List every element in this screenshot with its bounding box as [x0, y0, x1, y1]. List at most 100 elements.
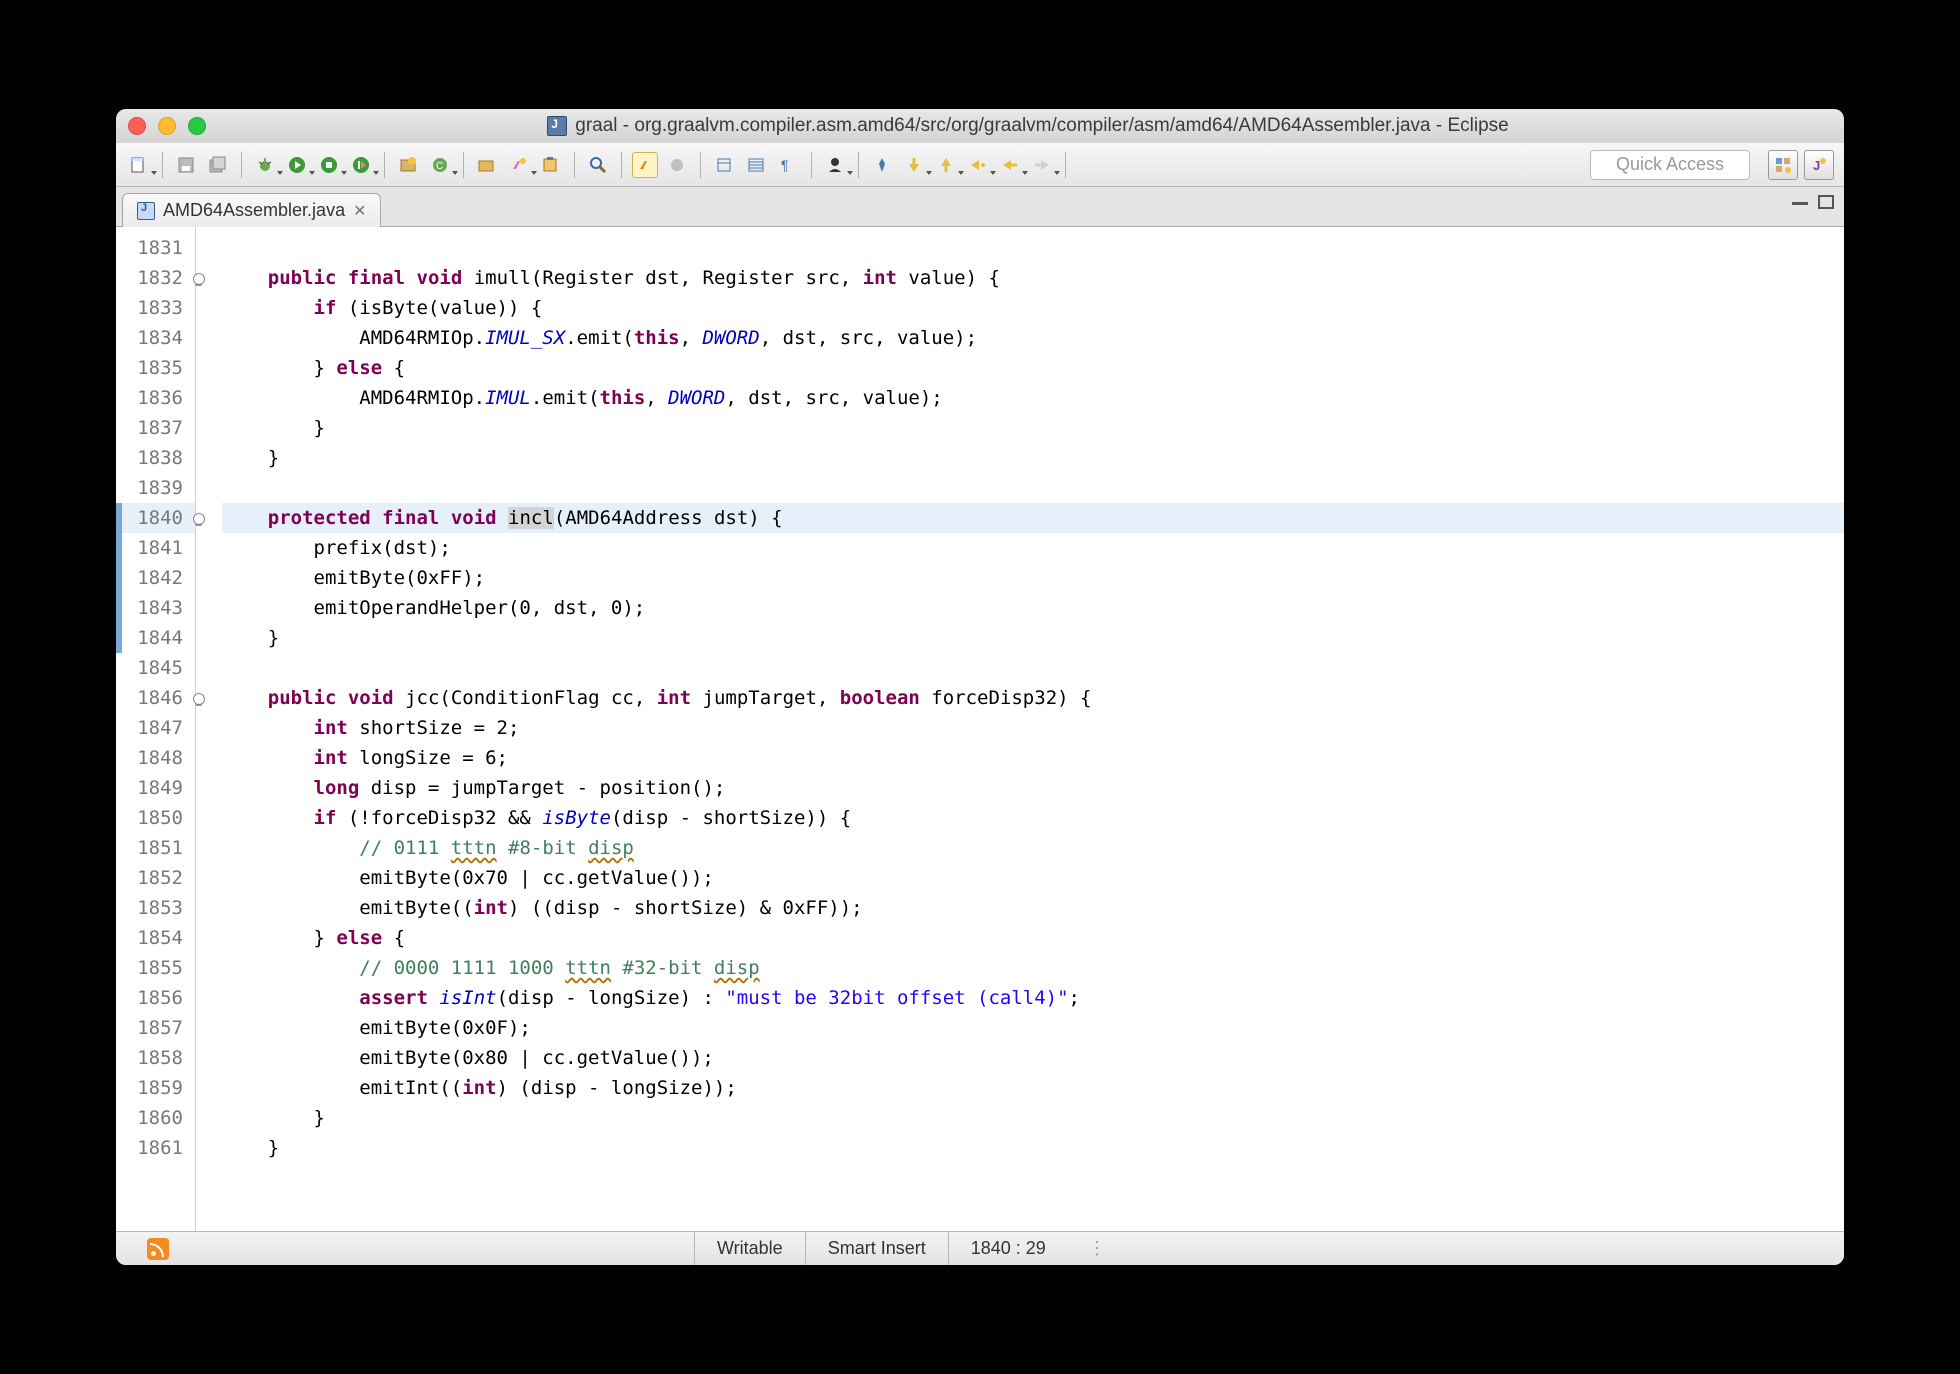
close-window-button[interactable] [128, 117, 146, 135]
line-number[interactable]: 1832 [116, 263, 195, 293]
code-line[interactable]: } else { [222, 923, 1844, 953]
new-wizard-button[interactable] [126, 152, 152, 178]
line-number-gutter[interactable]: 1831183218331834183518361837183818391840… [116, 227, 196, 1231]
forward-button[interactable] [1029, 152, 1055, 178]
code-line[interactable]: int longSize = 6; [222, 743, 1844, 773]
line-number[interactable]: 1837 [116, 413, 195, 443]
line-number[interactable]: 1833 [116, 293, 195, 323]
rss-icon[interactable] [147, 1238, 169, 1260]
open-task-button[interactable] [506, 152, 532, 178]
line-number[interactable]: 1853 [116, 893, 195, 923]
back-button[interactable] [997, 152, 1023, 178]
code-line[interactable]: int shortSize = 2; [222, 713, 1844, 743]
tab-close-button[interactable]: ✕ [353, 201, 366, 221]
line-number[interactable]: 1848 [116, 743, 195, 773]
line-number[interactable]: 1850 [116, 803, 195, 833]
new-task-button[interactable] [538, 152, 564, 178]
code-line[interactable]: public final void imull(Register dst, Re… [222, 263, 1844, 293]
code-line[interactable]: emitByte(0x70 | cc.getValue()); [222, 863, 1844, 893]
code-line[interactable]: } [222, 1133, 1844, 1163]
status-overflow-icon[interactable]: ⋮ [1088, 1238, 1108, 1259]
new-java-project-button[interactable] [395, 152, 421, 178]
code-area[interactable]: public final void imull(Register dst, Re… [196, 227, 1844, 1231]
code-line[interactable]: protected final void incl(AMD64Address d… [222, 503, 1844, 533]
code-line[interactable]: } else { [222, 353, 1844, 383]
fold-toggle-icon[interactable] [193, 513, 205, 525]
line-number[interactable]: 1842 [116, 563, 195, 593]
new-class-button[interactable]: C [427, 152, 453, 178]
open-perspective-button[interactable] [1768, 150, 1798, 180]
line-number[interactable]: 1831 [116, 233, 195, 263]
search-button[interactable] [585, 152, 611, 178]
code-line[interactable]: emitByte(0x0F); [222, 1013, 1844, 1043]
code-line[interactable]: // 0111 tttn #8-bit disp [222, 833, 1844, 863]
paragraph-button[interactable]: ¶ [775, 152, 801, 178]
code-line[interactable]: } [222, 1103, 1844, 1133]
minimize-editor-button[interactable] [1792, 195, 1808, 205]
save-button[interactable] [173, 152, 199, 178]
next-annotation-button[interactable] [901, 152, 927, 178]
code-line[interactable]: assert isInt(disp - longSize) : "must be… [222, 983, 1844, 1013]
line-number[interactable]: 1841 [116, 533, 195, 563]
show-whitespace-button[interactable] [711, 152, 737, 178]
line-number[interactable]: 1836 [116, 383, 195, 413]
line-number[interactable]: 1843 [116, 593, 195, 623]
debug-button[interactable] [252, 152, 278, 178]
maximize-editor-button[interactable] [1818, 195, 1834, 209]
code-line[interactable]: prefix(dst); [222, 533, 1844, 563]
code-line[interactable]: emitOperandHelper(0, dst, 0); [222, 593, 1844, 623]
code-line[interactable]: emitByte((int) ((disp - shortSize) & 0xF… [222, 893, 1844, 923]
line-number[interactable]: 1860 [116, 1103, 195, 1133]
line-number[interactable]: 1846 [116, 683, 195, 713]
code-line[interactable]: } [222, 413, 1844, 443]
pin-editor-button[interactable] [869, 152, 895, 178]
run-button[interactable] [284, 152, 310, 178]
line-number[interactable]: 1854 [116, 923, 195, 953]
code-line[interactable] [222, 473, 1844, 503]
prev-annotation-button[interactable] [933, 152, 959, 178]
minimize-window-button[interactable] [158, 117, 176, 135]
line-number[interactable]: 1840 [116, 503, 195, 533]
code-line[interactable]: emitByte(0xFF); [222, 563, 1844, 593]
code-line[interactable]: } [222, 623, 1844, 653]
code-line[interactable]: public void jcc(ConditionFlag cc, int ju… [222, 683, 1844, 713]
code-line[interactable]: if (isByte(value)) { [222, 293, 1844, 323]
code-line[interactable]: if (!forceDisp32 && isByte(disp - shortS… [222, 803, 1844, 833]
zoom-window-button[interactable] [188, 117, 206, 135]
toggle-block-selection-button[interactable] [664, 152, 690, 178]
working-set-button[interactable] [822, 152, 848, 178]
toggle-breadcrumb-button[interactable] [743, 152, 769, 178]
line-number[interactable]: 1845 [116, 653, 195, 683]
editor-tab[interactable]: AMD64Assembler.java ✕ [122, 193, 381, 227]
last-edit-location-button[interactable] [965, 152, 991, 178]
code-line[interactable]: emitByte(0x80 | cc.getValue()); [222, 1043, 1844, 1073]
quick-access-input[interactable]: Quick Access [1590, 150, 1750, 180]
code-line[interactable]: emitInt((int) (disp - longSize)); [222, 1073, 1844, 1103]
save-all-button[interactable] [205, 152, 231, 178]
line-number[interactable]: 1859 [116, 1073, 195, 1103]
line-number[interactable]: 1849 [116, 773, 195, 803]
coverage-button[interactable] [316, 152, 342, 178]
code-line[interactable]: // 0000 1111 1000 tttn #32-bit disp [222, 953, 1844, 983]
line-number[interactable]: 1839 [116, 473, 195, 503]
fold-toggle-icon[interactable] [193, 273, 205, 285]
code-line[interactable]: long disp = jumpTarget - position(); [222, 773, 1844, 803]
line-number[interactable]: 1857 [116, 1013, 195, 1043]
line-number[interactable]: 1838 [116, 443, 195, 473]
external-run-button[interactable] [348, 152, 374, 178]
line-number[interactable]: 1835 [116, 353, 195, 383]
toggle-mark-occurrences-button[interactable] [632, 152, 658, 178]
line-number[interactable]: 1851 [116, 833, 195, 863]
line-number[interactable]: 1834 [116, 323, 195, 353]
code-line[interactable] [222, 653, 1844, 683]
java-perspective-button[interactable]: J [1804, 150, 1834, 180]
line-number[interactable]: 1858 [116, 1043, 195, 1073]
code-line[interactable]: } [222, 443, 1844, 473]
code-line[interactable]: AMD64RMIOp.IMUL_SX.emit(this, DWORD, dst… [222, 323, 1844, 353]
code-line[interactable] [222, 233, 1844, 263]
code-line[interactable]: AMD64RMIOp.IMUL.emit(this, DWORD, dst, s… [222, 383, 1844, 413]
open-type-button[interactable] [474, 152, 500, 178]
fold-toggle-icon[interactable] [193, 693, 205, 705]
line-number[interactable]: 1844 [116, 623, 195, 653]
line-number[interactable]: 1856 [116, 983, 195, 1013]
